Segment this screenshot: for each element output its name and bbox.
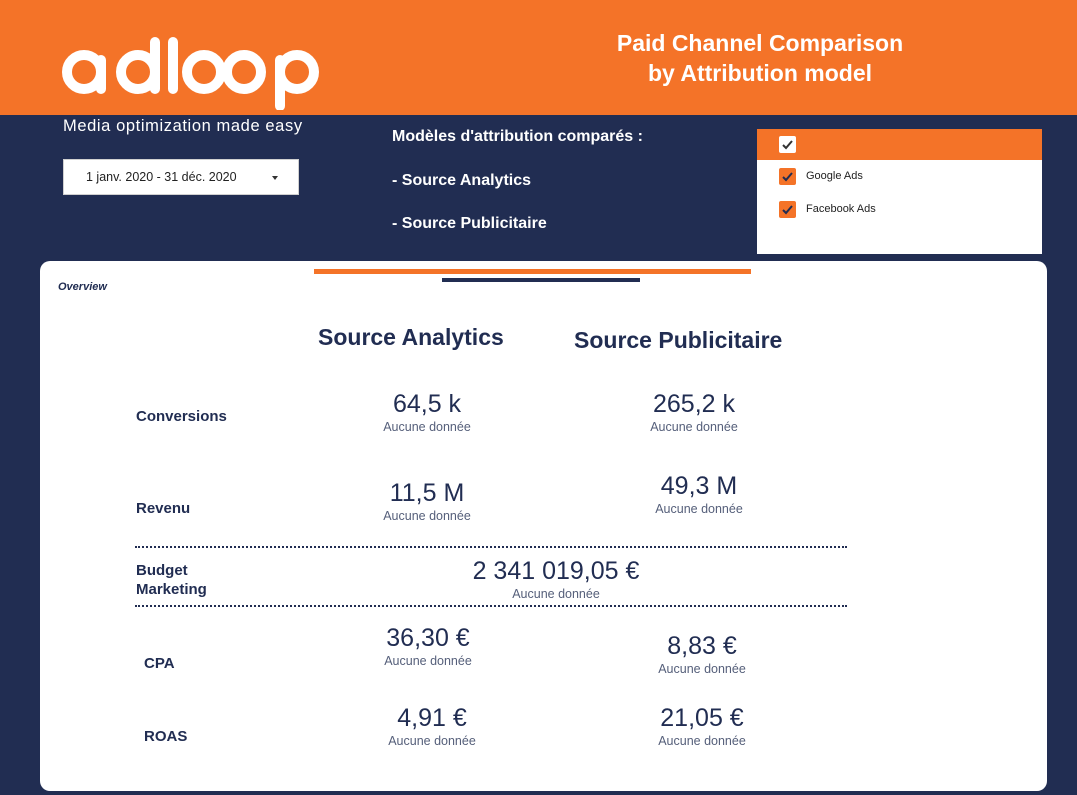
metric-comparison: Aucune donnée bbox=[512, 587, 600, 601]
metric-revenu-analytics: 11,5 M Aucune donnée bbox=[307, 479, 547, 524]
metric-comparison: Aucune donnée bbox=[650, 420, 738, 434]
tagline: Media optimization made easy bbox=[63, 117, 303, 135]
adloop-logo: adloop bbox=[62, 30, 324, 110]
metric-comparison: Aucune donnée bbox=[655, 502, 743, 516]
metric-value: 8,83 € bbox=[667, 632, 737, 660]
facebook-ads-label: Facebook Ads bbox=[806, 203, 876, 215]
filter-option-google-ads[interactable]: Google Ads bbox=[757, 165, 1042, 189]
adloop-logo-mark: adloop bbox=[62, 30, 319, 110]
channel-filter: Google Ads Facebook Ads bbox=[755, 127, 1044, 256]
metric-budget-marketing: 2 341 019,05 € Aucune donnée bbox=[436, 557, 676, 602]
metric-comparison: Aucune donnée bbox=[384, 654, 472, 668]
facebook-ads-checkbox[interactable] bbox=[779, 201, 796, 218]
row-label-conversions: Conversions bbox=[136, 408, 227, 425]
check-icon bbox=[782, 205, 793, 215]
column-header-publicitaire: Source Publicitaire bbox=[574, 327, 783, 353]
metric-value: 2 341 019,05 € bbox=[472, 557, 640, 585]
metric-value: 4,91 € bbox=[397, 704, 467, 732]
metric-cpa-publicitaire: 8,83 € Aucune donnée bbox=[582, 632, 822, 677]
row-label-line: Budget bbox=[136, 562, 188, 579]
report-title-line1: Paid Channel Comparison bbox=[616, 30, 904, 56]
date-range-picker[interactable]: 1 janv. 2020 - 31 déc. 2020 bbox=[63, 159, 299, 195]
report-title-line2: by Attribution model bbox=[647, 60, 872, 86]
check-icon bbox=[782, 172, 793, 182]
metric-comparison: Aucune donnée bbox=[383, 509, 471, 523]
caret-down-icon bbox=[272, 176, 278, 180]
accent-line-orange bbox=[314, 269, 751, 274]
metric-value: 49,3 M bbox=[660, 472, 738, 500]
svg-text:adloop: adloop bbox=[62, 30, 65, 31]
row-label-roas: ROAS bbox=[144, 728, 188, 745]
report-title: Paid Channel Comparison by Attribution m… bbox=[560, 28, 960, 88]
attribution-heading: Modèles d'attribution comparés : bbox=[392, 128, 643, 145]
metric-comparison: Aucune donnée bbox=[658, 734, 746, 748]
metric-revenu-publicitaire: 49,3 M Aucune donnée bbox=[579, 472, 819, 517]
overview-label: Overview bbox=[58, 281, 107, 293]
accent-line-navy bbox=[442, 278, 640, 282]
filter-option-facebook-ads[interactable]: Facebook Ads bbox=[757, 198, 1042, 222]
metric-comparison: Aucune donnée bbox=[658, 662, 746, 676]
metric-value: 64,5 k bbox=[392, 390, 462, 418]
row-label-line: Marketing bbox=[136, 581, 207, 598]
date-range-label: 1 janv. 2020 - 31 déc. 2020 bbox=[86, 170, 237, 184]
google-ads-checkbox[interactable] bbox=[779, 168, 796, 185]
metric-conversions-publicitaire: 265,2 k Aucune donnée bbox=[574, 390, 814, 435]
metric-comparison: Aucune donnée bbox=[388, 734, 476, 748]
attribution-item-publicitaire: - Source Publicitaire bbox=[392, 215, 547, 232]
select-all-checkbox[interactable] bbox=[779, 136, 796, 153]
metric-roas-analytics: 4,91 € Aucune donnée bbox=[312, 704, 552, 749]
metric-value: 21,05 € bbox=[660, 704, 744, 732]
column-header-analytics: Source Analytics bbox=[318, 324, 504, 350]
google-ads-label: Google Ads bbox=[806, 170, 863, 182]
metric-conversions-analytics: 64,5 k Aucune donnée bbox=[307, 390, 547, 435]
divider bbox=[135, 605, 847, 607]
row-label-cpa: CPA bbox=[144, 655, 175, 672]
row-label-budget-marketing: Budget Marketing bbox=[136, 561, 207, 599]
metric-value: 265,2 k bbox=[652, 390, 735, 418]
metric-value: 36,30 € bbox=[386, 624, 470, 652]
metric-cpa-analytics: 36,30 € Aucune donnée bbox=[308, 624, 548, 669]
filter-header bbox=[757, 129, 1042, 160]
attribution-item-analytics: - Source Analytics bbox=[392, 172, 532, 189]
metric-value: 11,5 M bbox=[389, 479, 465, 507]
row-label-revenu: Revenu bbox=[136, 500, 191, 517]
metric-comparison: Aucune donnée bbox=[383, 420, 471, 434]
check-icon bbox=[782, 140, 793, 150]
metric-roas-publicitaire: 21,05 € Aucune donnée bbox=[582, 704, 822, 749]
divider bbox=[135, 546, 847, 548]
